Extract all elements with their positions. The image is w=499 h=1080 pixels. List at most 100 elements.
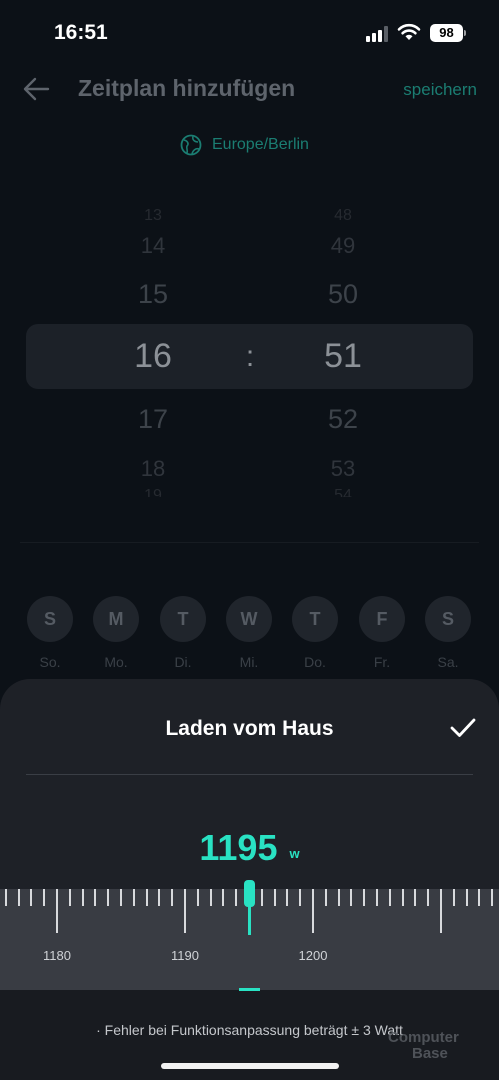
cellular-signal-icon xyxy=(366,26,390,42)
computerbase-watermark: Computer Base xyxy=(388,1030,459,1062)
day-circle[interactable]: T xyxy=(160,596,206,642)
ruler-tick xyxy=(222,889,225,906)
ruler-tick xyxy=(120,889,122,906)
ruler-tick xyxy=(56,889,58,933)
ruler-tick xyxy=(312,889,314,933)
day-circle[interactable]: F xyxy=(359,596,405,642)
minute-option[interactable]: 48 xyxy=(298,207,388,225)
hour-option[interactable]: 18 xyxy=(108,456,198,482)
divider xyxy=(20,542,479,543)
ruler-tick xyxy=(235,889,238,906)
ruler-tick xyxy=(491,889,494,906)
ruler-tick xyxy=(4,889,7,906)
back-arrow-icon[interactable] xyxy=(22,76,50,102)
day-label: Do. xyxy=(304,654,326,670)
minute-option[interactable]: 49 xyxy=(298,233,388,259)
watermark-line1: Computer xyxy=(388,1029,459,1046)
ruler-tick xyxy=(94,889,97,906)
power-ruler-slider[interactable]: 1180 1190 1200 xyxy=(0,880,499,990)
day-circle[interactable]: W xyxy=(226,596,272,642)
minute-selected[interactable]: 51 xyxy=(298,337,388,376)
wifi-icon xyxy=(397,23,421,40)
ruler-tick xyxy=(68,889,71,906)
ruler-tick xyxy=(81,889,84,906)
minute-option[interactable]: 54 xyxy=(298,487,388,497)
day-saturday[interactable]: S Sa. xyxy=(425,596,471,670)
ruler-tick xyxy=(465,889,468,906)
ruler-tick xyxy=(350,889,353,906)
ruler-label: 1190 xyxy=(171,948,199,963)
ruler-tick xyxy=(363,889,366,906)
status-time: 16:51 xyxy=(54,21,108,44)
day-monday[interactable]: M Mo. xyxy=(93,596,139,670)
day-circle[interactable]: S xyxy=(27,596,73,642)
hour-selected[interactable]: 16 xyxy=(108,337,198,376)
ruler-tick xyxy=(132,889,135,906)
day-wednesday[interactable]: W Mi. xyxy=(226,596,272,670)
ruler-tick xyxy=(184,889,186,933)
save-button[interactable]: speichern xyxy=(403,80,477,100)
ruler-tick xyxy=(299,889,302,906)
ruler-tick xyxy=(401,889,404,906)
hour-option[interactable]: 15 xyxy=(108,279,198,310)
minute-option[interactable]: 52 xyxy=(298,404,388,435)
day-label: Sa. xyxy=(437,654,459,670)
ruler-tick xyxy=(196,889,199,906)
ruler-label: 1200 xyxy=(298,948,328,963)
ruler-tick xyxy=(427,889,430,906)
ruler-tick xyxy=(17,889,20,906)
slider-indicator-line xyxy=(248,905,251,935)
power-unit: w xyxy=(289,846,300,861)
time-separator: : xyxy=(245,340,255,373)
power-value-display: 1195 w xyxy=(0,827,499,869)
day-label: Fr. xyxy=(373,654,391,670)
page-indicator xyxy=(239,988,260,991)
ruler-tick xyxy=(158,889,161,906)
ruler-tick xyxy=(452,889,455,906)
ruler-tick xyxy=(337,889,340,906)
day-friday[interactable]: F Fr. xyxy=(359,596,405,670)
minute-option[interactable]: 53 xyxy=(298,456,388,482)
hour-option[interactable]: 19 xyxy=(108,487,198,497)
ruler-label: 1180 xyxy=(43,948,71,963)
ruler-tick xyxy=(30,889,33,906)
slider-handle[interactable] xyxy=(244,880,255,907)
ruler-tick xyxy=(440,889,442,933)
day-label: Mo. xyxy=(104,654,128,670)
ruler-tick xyxy=(478,889,481,906)
day-circle[interactable]: M xyxy=(93,596,139,642)
hour-option[interactable]: 14 xyxy=(108,233,198,259)
ruler-tick xyxy=(286,889,289,906)
sheet-divider xyxy=(26,774,473,775)
ruler-tick xyxy=(414,889,417,906)
home-indicator[interactable] xyxy=(161,1063,339,1069)
battery-icon: 98 xyxy=(430,24,463,42)
ruler-tick xyxy=(388,889,391,906)
ruler-tick xyxy=(171,889,174,906)
globe-icon xyxy=(180,134,202,156)
ruler-tick xyxy=(273,889,276,906)
battery-tip xyxy=(464,30,466,36)
ruler-tick xyxy=(145,889,148,906)
ruler-tick xyxy=(324,889,327,906)
checkmark-icon[interactable] xyxy=(449,715,477,741)
minute-option[interactable]: 50 xyxy=(298,279,388,310)
ruler-tick xyxy=(209,889,212,906)
day-circle[interactable]: T xyxy=(292,596,338,642)
timezone-selector[interactable]: Europe/Berlin xyxy=(180,133,309,157)
timezone-label: Europe/Berlin xyxy=(212,136,309,153)
day-tuesday[interactable]: T Di. xyxy=(160,596,206,670)
day-label: Mi. xyxy=(239,654,259,670)
hour-option[interactable]: 17 xyxy=(108,404,198,435)
status-bar: 16:51 98 xyxy=(0,0,499,66)
ruler-tick xyxy=(260,889,263,906)
day-sunday[interactable]: S So. xyxy=(27,596,73,670)
day-thursday[interactable]: T Do. xyxy=(292,596,338,670)
day-label: Di. xyxy=(174,654,192,670)
hour-option[interactable]: 13 xyxy=(108,207,198,225)
ruler-tick xyxy=(376,889,378,906)
page-title: Zeitplan hinzufügen xyxy=(78,75,296,101)
ruler-tick xyxy=(43,889,46,906)
power-value: 1195 xyxy=(199,827,278,868)
day-circle[interactable]: S xyxy=(425,596,471,642)
